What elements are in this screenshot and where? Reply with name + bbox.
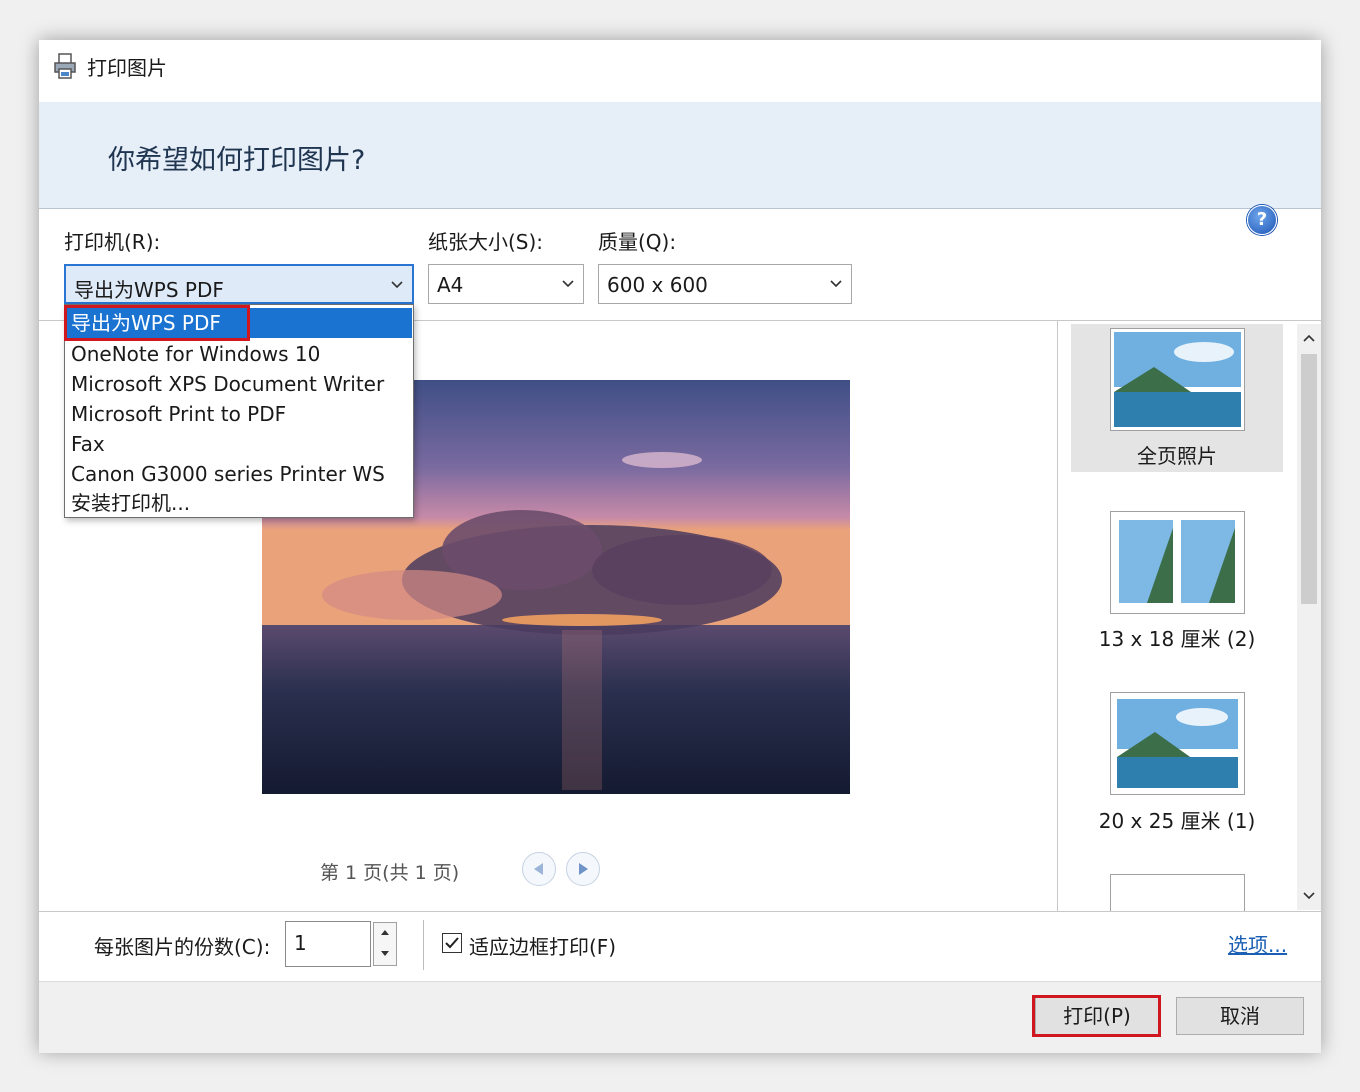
- printer-option[interactable]: Fax: [66, 429, 412, 459]
- printer-option[interactable]: Microsoft XPS Document Writer: [66, 369, 412, 399]
- chevron-down-icon: [391, 281, 403, 289]
- fit-label[interactable]: 适应边框打印(F): [469, 931, 616, 960]
- arrow-right-icon: [579, 863, 588, 875]
- paper-size-label: 纸张大小(S):: [428, 230, 544, 254]
- layout-panel-divider: [1057, 321, 1058, 911]
- header-question: 你希望如何打印图片?: [108, 145, 366, 176]
- dialog-header: 你希望如何打印图片?: [39, 102, 1321, 209]
- help-icon[interactable]: ?: [1247, 205, 1277, 235]
- layout-thumb-13x18[interactable]: [1110, 511, 1245, 614]
- print-button-highlight: [1032, 995, 1161, 1037]
- paper-size-select[interactable]: A4: [428, 264, 584, 304]
- paper-size-value: A4: [437, 273, 464, 297]
- quality-label: 质量(Q):: [598, 230, 677, 254]
- printer-option[interactable]: OneNote for Windows 10: [66, 339, 412, 369]
- copies-value: 1: [294, 931, 307, 955]
- printer-option[interactable]: Canon G3000 series Printer WS: [66, 459, 412, 489]
- cancel-button[interactable]: 取消: [1176, 997, 1304, 1035]
- chevron-down-icon: [562, 280, 574, 288]
- arrow-left-icon: [534, 863, 543, 875]
- next-page-button[interactable]: [566, 852, 600, 886]
- layout-label: 13 x 18 厘米 (2): [1098, 627, 1256, 651]
- printer-option[interactable]: 安装打印机...: [66, 488, 412, 518]
- quality-value: 600 x 600: [607, 273, 708, 297]
- landscape-thumbnail: [1117, 699, 1238, 788]
- previous-page-button[interactable]: [522, 852, 556, 886]
- selected-option-highlight: [64, 305, 250, 341]
- options-link[interactable]: 选项...: [1228, 929, 1287, 958]
- stepper-down-icon[interactable]: [379, 949, 391, 959]
- quality-select[interactable]: 600 x 600: [598, 264, 852, 304]
- printer-select[interactable]: 导出为WPS PDF: [64, 264, 414, 304]
- scrollbar-thumb[interactable]: [1301, 354, 1317, 604]
- checkmark-icon: [445, 937, 459, 949]
- fit-checkbox[interactable]: [442, 933, 462, 953]
- copies-label: 每张图片的份数(C):: [94, 935, 271, 959]
- layout-thumb-20x25[interactable]: [1110, 692, 1245, 795]
- chevron-down-icon[interactable]: [1302, 890, 1316, 902]
- copies-input[interactable]: 1: [285, 921, 371, 967]
- copies-stepper[interactable]: [373, 922, 397, 966]
- layout-label: 20 x 25 厘米 (1): [1098, 809, 1256, 833]
- printer-icon: [54, 53, 76, 79]
- stepper-up-icon[interactable]: [379, 927, 391, 937]
- layout-label: 全页照片: [1137, 444, 1217, 468]
- page-info: 第 1 页(共 1 页): [320, 862, 460, 884]
- printer-select-value: 导出为WPS PDF: [74, 278, 224, 302]
- chevron-down-icon: [830, 280, 842, 288]
- layout-thumb-full-page[interactable]: [1110, 328, 1245, 431]
- layout-thumb-partial[interactable]: [1110, 874, 1245, 911]
- window-title: 打印图片: [87, 56, 167, 80]
- two-photo-thumbnail: [1119, 520, 1235, 603]
- chevron-up-icon[interactable]: [1302, 332, 1316, 344]
- title-bar: 打印图片: [39, 40, 1321, 102]
- landscape-thumbnail: [1114, 332, 1241, 427]
- printer-label: 打印机(R):: [64, 230, 161, 254]
- layout-scrollbar[interactable]: [1297, 324, 1321, 910]
- printer-option[interactable]: Microsoft Print to PDF: [66, 399, 412, 429]
- bottom-separator: [423, 920, 424, 970]
- bottom-divider: [39, 911, 1321, 912]
